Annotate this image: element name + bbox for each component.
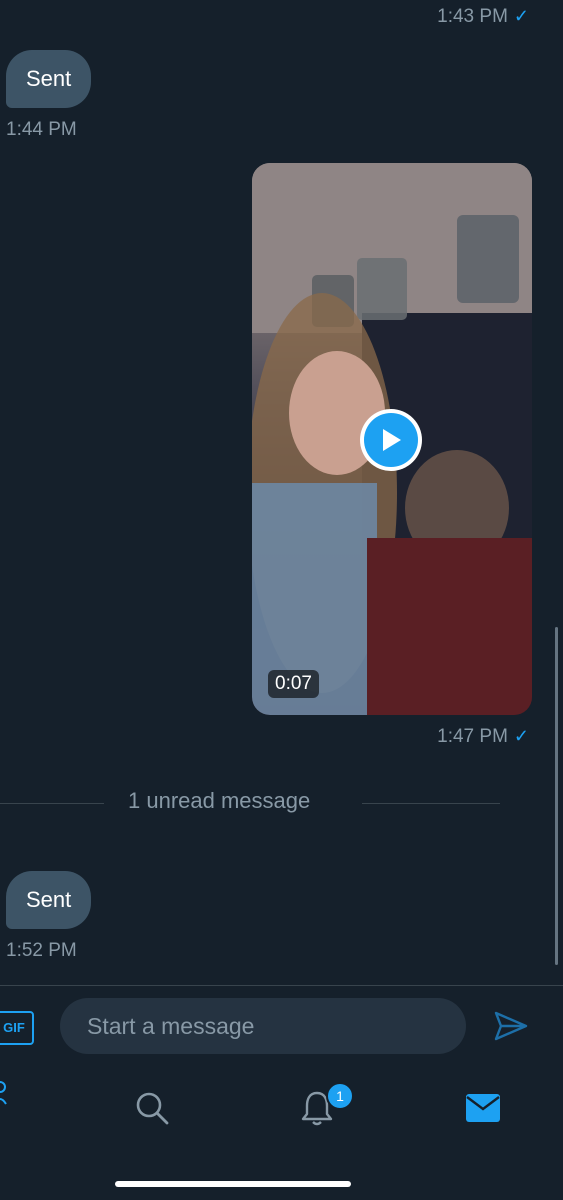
message-timestamp: 1:44 PM	[6, 119, 77, 140]
message-timestamp: 1:43 PM ✓	[437, 6, 529, 28]
search-icon[interactable]	[134, 1090, 170, 1131]
timestamp-text: 1:43 PM	[437, 6, 508, 27]
composer-divider	[0, 985, 563, 986]
scrollbar[interactable]	[555, 627, 558, 965]
unread-divider-label: 1 unread message	[128, 788, 311, 813]
message-timestamp: 1:47 PM ✓	[437, 726, 529, 748]
gif-button[interactable]: GIF	[0, 1011, 34, 1045]
incoming-message-bubble[interactable]: Sent	[6, 871, 92, 929]
send-icon[interactable]	[494, 1010, 528, 1047]
divider-line	[0, 803, 104, 804]
play-icon	[364, 413, 418, 467]
play-button[interactable]	[360, 409, 422, 471]
message-input[interactable]: Start a message	[60, 998, 466, 1054]
mail-icon[interactable]	[465, 1093, 501, 1128]
read-check-icon: ✓	[513, 6, 529, 26]
notification-badge: 1	[326, 1082, 354, 1110]
profile-icon[interactable]	[0, 1080, 8, 1111]
home-indicator	[115, 1181, 351, 1187]
read-check-icon: ✓	[513, 726, 529, 746]
video-duration: 0:07	[268, 670, 319, 698]
message-text: Sent	[26, 66, 72, 91]
timestamp-text: 1:47 PM	[437, 726, 508, 747]
incoming-message-bubble[interactable]: Sent	[6, 50, 92, 108]
divider-line	[362, 803, 500, 804]
message-text: Sent	[26, 887, 72, 912]
message-timestamp: 1:52 PM	[6, 940, 77, 961]
